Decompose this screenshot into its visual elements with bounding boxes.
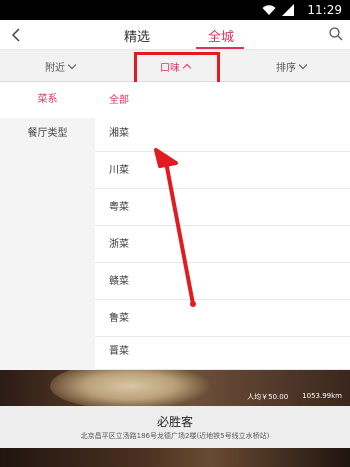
top-nav: 精选 全城 [0,20,350,50]
option-gan[interactable]: 赣菜 [95,263,350,300]
category-pane: 菜系 餐厅类型 [0,82,95,370]
filter-sort-label: 排序 [276,63,296,74]
wifi-icon [262,4,276,15]
option-chuan[interactable]: 川菜 [95,152,350,189]
tab-underline [196,47,244,49]
option-list: 全部 湘菜 川菜 粤菜 浙菜 赣菜 鲁菜 晋菜 [95,82,350,370]
restaurant-name: 必胜客 [156,415,193,429]
tab-city[interactable]: 全城 [208,26,234,45]
restaurant-address: 北京昌平区立汤路186号龙德广场2楼(近地铁5号线立水桥站) [80,432,270,440]
back-arrow-icon[interactable] [8,24,26,46]
option-all[interactable]: 全部 [95,82,350,119]
distance: 1053.99km [302,392,342,400]
search-icon[interactable] [328,26,344,42]
category-restaurant-type[interactable]: 餐厅类型 [0,116,95,152]
category-cuisine[interactable]: 菜系 [0,82,95,118]
chevron-down-icon [298,60,308,70]
clock: 11:29 [307,3,342,17]
filter-nearby[interactable]: 附近 [45,59,77,74]
chevron-down-icon [67,60,77,70]
filter-nearby-label: 附近 [45,63,65,74]
option-xiang[interactable]: 湘菜 [95,115,350,152]
next-restaurant-photo[interactable] [0,448,350,467]
filter-sort[interactable]: 排序 [276,59,308,74]
avg-price: 人均￥50.00 [247,393,289,401]
option-jin[interactable]: 晋菜 [95,333,350,370]
option-zhe[interactable]: 浙菜 [95,226,350,263]
option-lu[interactable]: 鲁菜 [95,300,350,337]
restaurant-photo[interactable]: 人均￥50.00 1053.99km [0,370,350,406]
restaurant-card[interactable]: 必胜客 北京昌平区立汤路186号龙德广场2楼(近地铁5号线立水桥站) [0,406,350,448]
signal-icon [282,4,294,16]
status-bar: 11:29 [0,0,350,20]
tab-featured[interactable]: 精选 [124,26,150,45]
restaurant-meta: 人均￥50.00 1053.99km [247,392,342,402]
dish-image [50,370,210,406]
option-yue[interactable]: 粤菜 [95,189,350,226]
